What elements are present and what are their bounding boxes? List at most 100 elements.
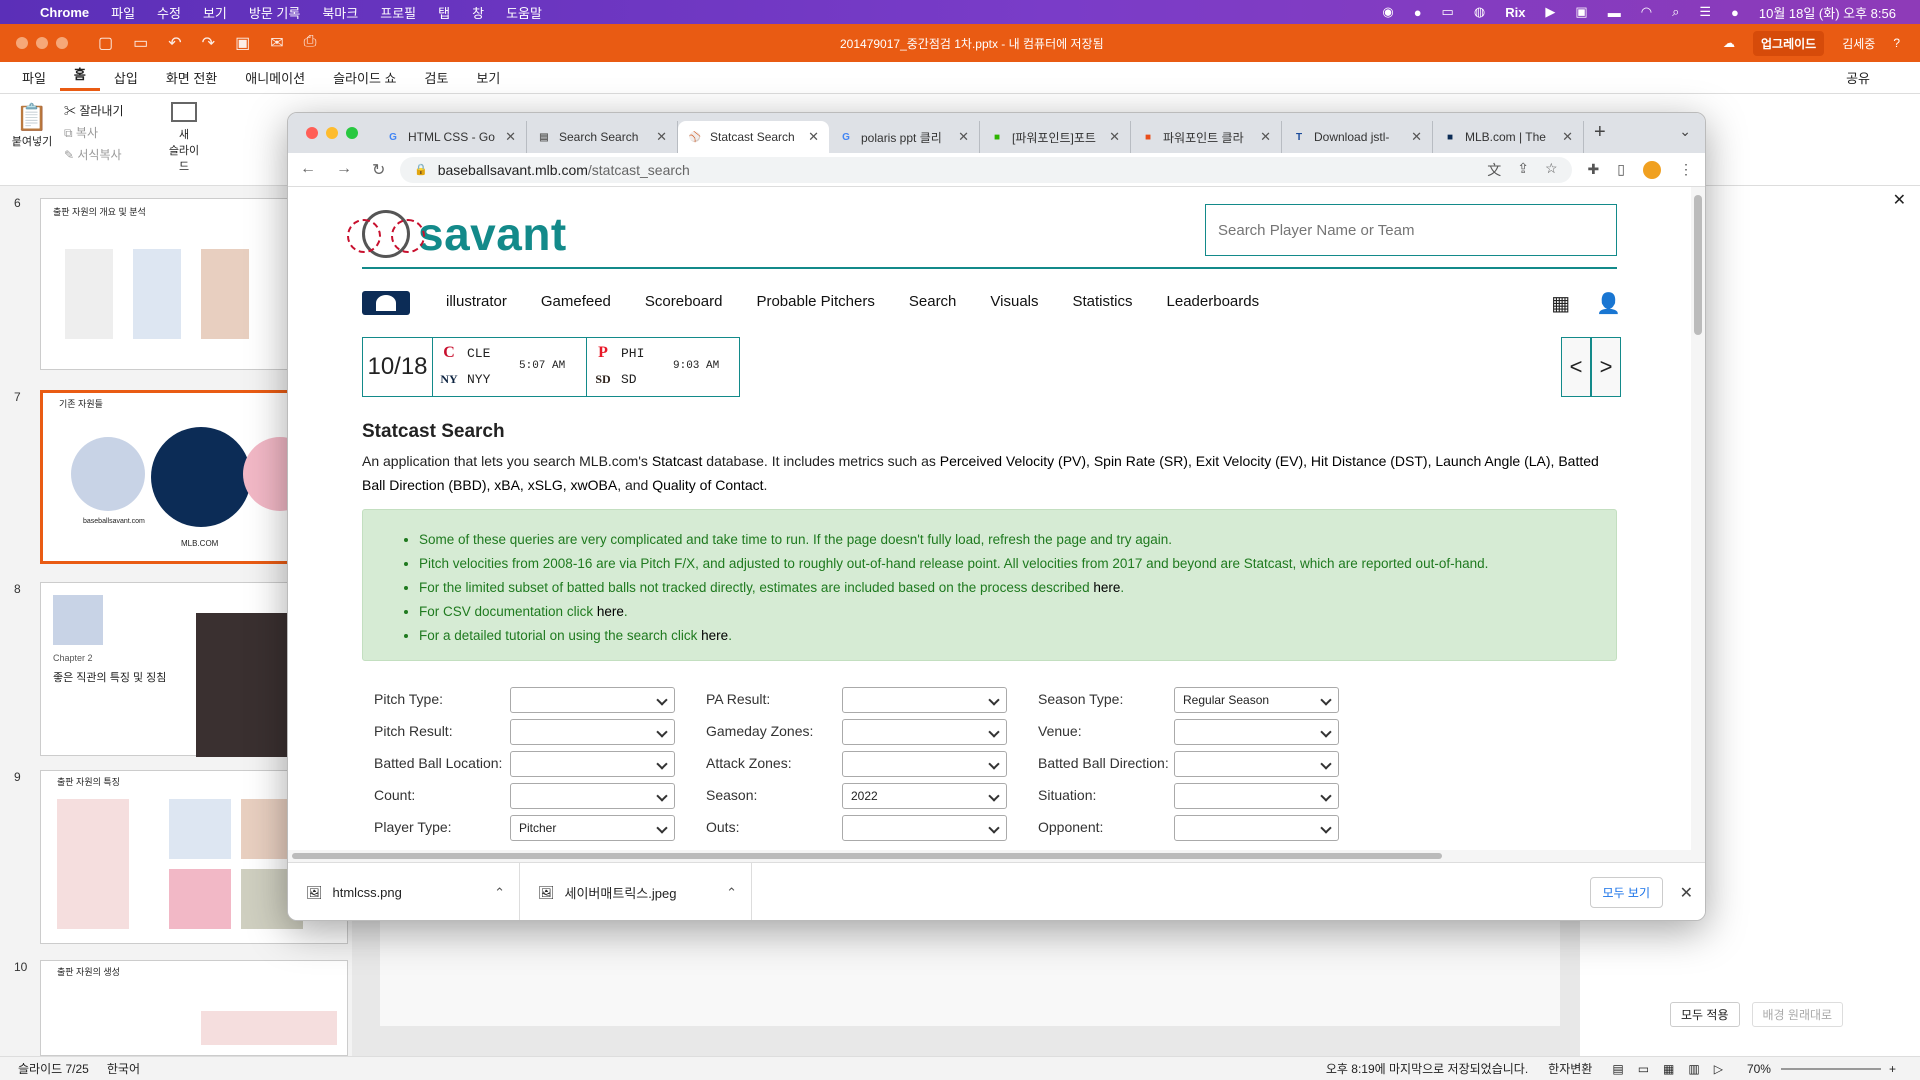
- game-card[interactable]: C CLE NY NYY 5:07 AM: [433, 338, 587, 396]
- download-item[interactable]: 🖼 htmlcss.png ⌃: [288, 863, 520, 920]
- more-menu-icon[interactable]: ⋮: [1679, 161, 1693, 179]
- statcast-link[interactable]: Statcast: [652, 453, 703, 469]
- side-panel-icon[interactable]: ▯: [1617, 161, 1625, 179]
- tab-transitions[interactable]: 화면 전환: [152, 68, 231, 87]
- menu-view[interactable]: 보기: [203, 3, 227, 22]
- back-icon[interactable]: ←: [300, 160, 316, 180]
- vertical-scrollbar[interactable]: [1691, 187, 1705, 850]
- save-icon[interactable]: ▣: [235, 33, 250, 53]
- maximize-button[interactable]: [346, 127, 358, 139]
- status-app-icon[interactable]: ◉: [1382, 4, 1393, 20]
- mlb-logo[interactable]: [362, 291, 410, 315]
- reset-background-button[interactable]: 배경 원래대로: [1751, 1002, 1844, 1027]
- tab-search-icon[interactable]: ⌄: [1679, 123, 1691, 140]
- here-link[interactable]: here: [701, 628, 728, 643]
- filter-select[interactable]: [842, 719, 1007, 745]
- undo-icon[interactable]: ↶: [168, 33, 181, 53]
- redo-icon[interactable]: ↷: [202, 33, 215, 53]
- close-tab-icon[interactable]: ✕: [1260, 129, 1271, 145]
- filter-select[interactable]: [842, 815, 1007, 841]
- slide-thumbnail[interactable]: 출판 자원의 생성: [40, 960, 348, 1056]
- tab-active[interactable]: ⚾ Statcast Search ✕: [678, 121, 829, 153]
- mail-icon[interactable]: ✉: [270, 33, 283, 53]
- wifi-icon[interactable]: ◠: [1641, 4, 1652, 20]
- copy-button[interactable]: ⧉ 복사: [64, 124, 98, 141]
- filter-select[interactable]: [1174, 815, 1339, 841]
- browser-tab[interactable]: G HTML CSS - Go ✕: [376, 121, 527, 153]
- tab-insert[interactable]: 삽입: [100, 68, 152, 87]
- filter-select[interactable]: Regular Season: [1174, 687, 1339, 713]
- menu-file[interactable]: 파일: [111, 3, 135, 22]
- close-tab-icon[interactable]: ✕: [1411, 129, 1422, 145]
- filter-select[interactable]: [510, 751, 675, 777]
- nav-illustrator[interactable]: illustrator: [446, 293, 507, 310]
- menu-tab[interactable]: 탭: [438, 3, 450, 22]
- sorter-view-icon[interactable]: ▦: [1663, 1062, 1674, 1076]
- status-app-icon[interactable]: ▣: [1575, 4, 1587, 20]
- filter-select[interactable]: [1174, 751, 1339, 777]
- nav-statistics[interactable]: Statistics: [1073, 293, 1133, 310]
- next-games-button[interactable]: >: [1591, 337, 1621, 397]
- browser-tab[interactable]: ■ 파워포인트 클라 ✕: [1131, 121, 1282, 153]
- browser-tab[interactable]: ■ MLB.com | The ✕: [1433, 121, 1584, 153]
- close-icon[interactable]: ✕: [1893, 190, 1906, 210]
- tab-home[interactable]: 홈: [59, 64, 100, 91]
- minimize-button[interactable]: [326, 127, 338, 139]
- browser-tab[interactable]: ▤ Search Search ✕: [527, 121, 678, 153]
- language[interactable]: 한국어: [107, 1060, 140, 1077]
- here-link[interactable]: here: [597, 604, 624, 619]
- slideshow-icon[interactable]: ▷: [1714, 1062, 1723, 1076]
- extensions-icon[interactable]: ✚: [1588, 161, 1600, 179]
- open-icon[interactable]: ▭: [133, 33, 148, 53]
- browser-tab[interactable]: T Download jstl- ✕: [1282, 121, 1433, 153]
- tab-slideshow[interactable]: 슬라이드 쇼: [319, 68, 410, 87]
- close-icon[interactable]: ✕: [1680, 883, 1693, 903]
- status-app-icon[interactable]: ▭: [1442, 4, 1454, 20]
- cut-button[interactable]: ✂ 잘라내기: [64, 102, 124, 119]
- user-icon[interactable]: 👤: [1596, 291, 1621, 316]
- quality-of-contact-link[interactable]: Quality of Contact: [652, 477, 763, 493]
- close-button[interactable]: [306, 127, 318, 139]
- menu-window[interactable]: 창: [472, 3, 484, 22]
- zoom-in-icon[interactable]: +: [1889, 1062, 1896, 1076]
- minimize-dot[interactable]: [36, 37, 48, 49]
- new-tab-icon[interactable]: +: [1594, 121, 1606, 144]
- close-tab-icon[interactable]: ✕: [656, 129, 667, 145]
- profile-avatar[interactable]: [1643, 160, 1661, 179]
- nav-gamefeed[interactable]: Gamefeed: [541, 293, 611, 310]
- close-tab-icon[interactable]: ✕: [1109, 129, 1120, 145]
- share-icon[interactable]: ⇪: [1517, 160, 1529, 180]
- menu-edit[interactable]: 수정: [157, 3, 181, 22]
- close-tab-icon[interactable]: ✕: [505, 129, 516, 145]
- status-app-icon[interactable]: ◍: [1474, 4, 1485, 20]
- tab-file[interactable]: 파일: [0, 68, 60, 87]
- menu-profile[interactable]: 프로필: [380, 3, 416, 22]
- address-bar[interactable]: 🔒 baseballsavant.mlb.com/statcast_search…: [400, 156, 1572, 183]
- cloud-icon[interactable]: ☁: [1723, 36, 1735, 50]
- reload-icon[interactable]: ↻: [372, 160, 385, 180]
- new-slide-button[interactable]: 새 슬라이드: [164, 102, 204, 174]
- nav-probable-pitchers[interactable]: Probable Pitchers: [756, 293, 874, 310]
- prev-games-button[interactable]: <: [1561, 337, 1591, 397]
- paste-button[interactable]: 📋 붙여넣기: [10, 102, 54, 149]
- filter-select[interactable]: [1174, 719, 1339, 745]
- filter-select[interactable]: 2022: [842, 783, 1007, 809]
- app-menu[interactable]: Chrome: [40, 5, 89, 20]
- filter-select[interactable]: Pitcher: [510, 815, 675, 841]
- filter-select[interactable]: [842, 687, 1007, 713]
- normal-view-icon[interactable]: ▭: [1638, 1062, 1649, 1076]
- savant-logo[interactable]: savant: [347, 207, 567, 261]
- hanja-convert[interactable]: 한자변환: [1548, 1060, 1592, 1077]
- apply-all-button[interactable]: 모두 적용: [1670, 1002, 1740, 1027]
- new-doc-icon[interactable]: ▢: [98, 33, 113, 53]
- player-search-input[interactable]: [1205, 204, 1617, 256]
- grid-menu-icon[interactable]: ▦: [1551, 291, 1570, 316]
- nav-scoreboard[interactable]: Scoreboard: [645, 293, 723, 310]
- star-icon[interactable]: ☆: [1545, 160, 1558, 180]
- translate-icon[interactable]: 文: [1487, 160, 1501, 180]
- download-item[interactable]: 🖼 세이버매트릭스.jpeg ⌃: [520, 863, 752, 920]
- filter-select[interactable]: [510, 783, 675, 809]
- horizontal-scrollbar[interactable]: [288, 850, 1705, 862]
- game-card[interactable]: P PHI SD SD 9:03 AM: [587, 338, 739, 396]
- here-link[interactable]: here: [1093, 580, 1120, 595]
